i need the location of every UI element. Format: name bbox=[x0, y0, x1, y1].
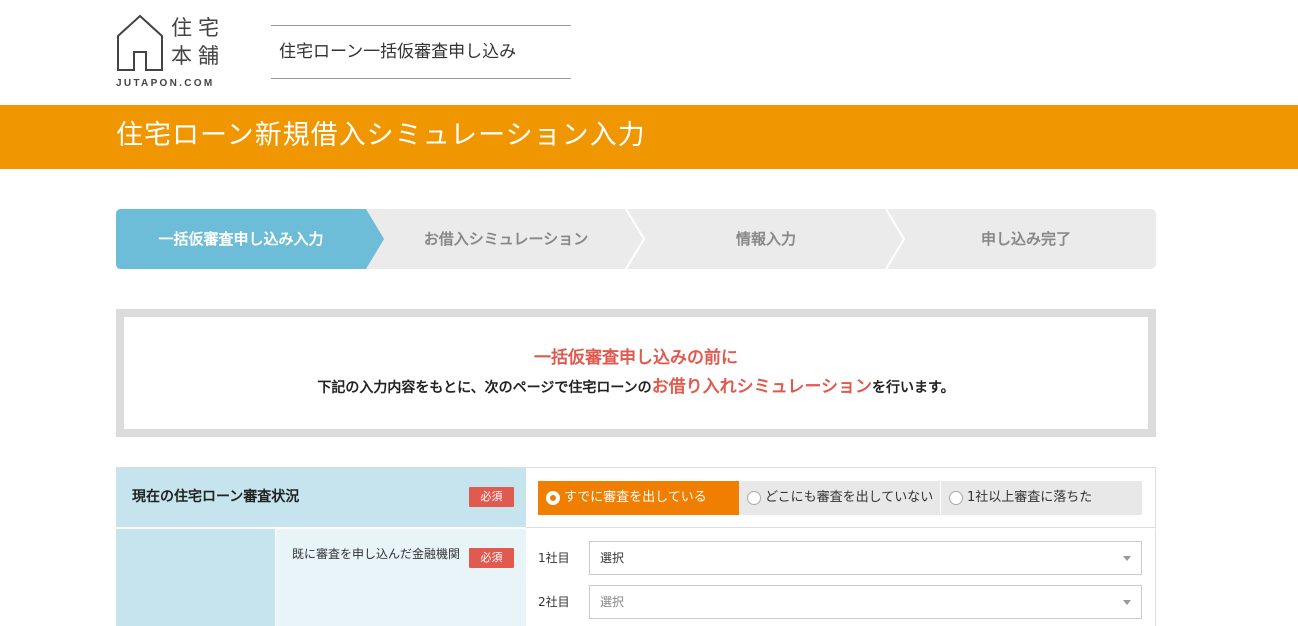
progress-steps: 一括仮審査申し込み入力 お借入シミュレーション 情報入力 申し込み完了 bbox=[116, 209, 1156, 269]
step-3: 情報入力 bbox=[735, 230, 796, 248]
institutions-label: 既に審査を申し込んだ金融機関 bbox=[292, 547, 461, 561]
institution-row-2: 2社目 選択 bbox=[538, 585, 1143, 619]
required-badge: 必須 bbox=[469, 548, 514, 568]
institutions-selects: 1社目 選択 2社目 選択 bbox=[526, 529, 1156, 626]
radio-label: すでに審査を出している bbox=[564, 490, 707, 505]
step-4: 申し込み完了 bbox=[980, 230, 1071, 248]
radio-indicator bbox=[949, 491, 963, 505]
radio-indicator bbox=[546, 491, 560, 505]
title-bar: 住宅ローン新規借入シミュレーション入力 bbox=[0, 105, 1298, 169]
page-title: 住宅ローン新規借入シミュレーション入力 bbox=[116, 120, 646, 151]
radio-rejected[interactable]: 1社以上審査に落ちた bbox=[941, 481, 1141, 515]
notice-highlight: お借り入れシミュレーション bbox=[651, 377, 873, 397]
radio-not-applied[interactable]: どこにも審査を出していない bbox=[739, 481, 940, 515]
header-tagline: 住宅ローン一括仮審査申し込み bbox=[271, 25, 571, 79]
institutions-label-cell: 既に審査を申し込んだ金融機関 必須 bbox=[276, 529, 526, 626]
notice-text-after: を行います。 bbox=[872, 380, 955, 396]
radio-already-applied[interactable]: すでに審査を出している bbox=[538, 481, 739, 515]
logo-subtext: JUTAPON.COM bbox=[116, 78, 215, 89]
house-icon bbox=[117, 14, 163, 71]
application-form: 現在の住宅ローン審査状況 必須 すでに審査を出している どこにも審査を出していな… bbox=[116, 467, 1156, 626]
select-value: 選択 bbox=[600, 551, 625, 565]
chevron-down-icon bbox=[1123, 600, 1131, 605]
select-value: 選択 bbox=[600, 595, 625, 609]
institution-num: 1社目 bbox=[538, 551, 570, 565]
radio-label: どこにも審査を出していない bbox=[765, 490, 934, 505]
status-radio-group: すでに審査を出している どこにも審査を出していない 1社以上審査に落ちた bbox=[526, 468, 1156, 528]
notice-heading: 一括仮審査申し込みの前に bbox=[534, 348, 738, 368]
institution-row-1: 1社目 選択 bbox=[538, 541, 1143, 575]
notice-text-before: 下記の入力内容をもとに、次のページで住宅ローンの bbox=[317, 380, 652, 396]
radio-label: 1社以上審査に落ちた bbox=[967, 490, 1093, 505]
step-2: お借入シミュレーション bbox=[423, 230, 589, 248]
status-label-cell: 現在の住宅ローン審査状況 必須 bbox=[116, 468, 526, 528]
label-spacer bbox=[116, 529, 275, 626]
institution-select-2[interactable]: 選択 bbox=[589, 585, 1142, 619]
notice-body: 下記の入力内容をもとに、次のページで住宅ローンのお借り入れシミュレーションを行い… bbox=[124, 372, 1148, 397]
status-label: 現在の住宅ローン審査状況 bbox=[132, 489, 300, 505]
chevron-down-icon bbox=[1123, 556, 1131, 561]
step-1: 一括仮審査申し込み入力 bbox=[158, 230, 324, 248]
site-logo[interactable]: 住宅本舗 JUTAPON.COM bbox=[116, 14, 231, 92]
required-badge: 必須 bbox=[469, 487, 514, 507]
logo-kanji: 住宅本舗 bbox=[171, 16, 225, 68]
radio-indicator bbox=[747, 491, 761, 505]
notice-box: 一括仮審査申し込みの前に 下記の入力内容をもとに、次のページで住宅ローンのお借り… bbox=[116, 309, 1156, 437]
institution-select-1[interactable]: 選択 bbox=[589, 541, 1142, 575]
institution-num: 2社目 bbox=[538, 595, 570, 609]
